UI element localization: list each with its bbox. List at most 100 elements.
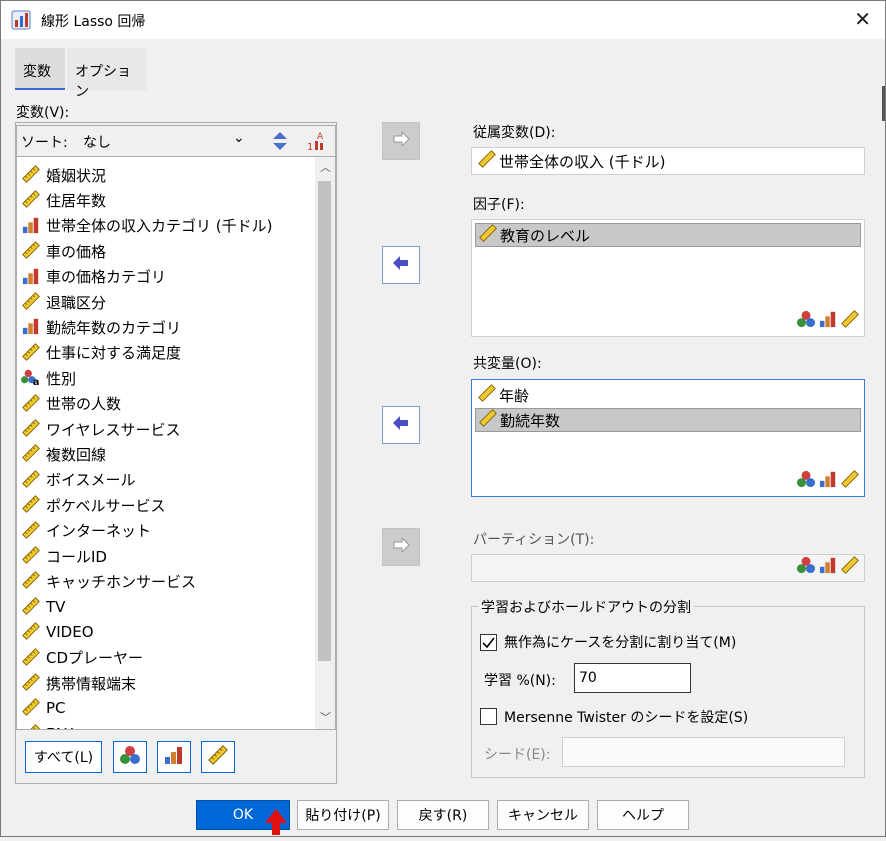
dependent-item[interactable]: 世帯全体の収入 (千ドル) — [475, 149, 861, 173]
variable-list[interactable]: 婚姻状況住居年数世帯全体の収入カテゴリ (千ドル) 車の価格車の価格カテゴリ退職区… — [16, 156, 336, 730]
covariate-item[interactable]: 勤続年数 — [475, 408, 861, 432]
train-pct-input[interactable]: 70 — [574, 663, 691, 693]
scroll-up-icon[interactable]: ︿ — [320, 159, 331, 175]
variable-list-item[interactable]: PC — [21, 696, 66, 720]
variable-list-item[interactable]: ボイスメール — [21, 468, 136, 492]
scrollbar-thumb[interactable] — [318, 181, 331, 661]
select-all-button[interactable]: すべて(L) — [25, 741, 102, 773]
window-edge — [882, 86, 885, 121]
sort-order-icon[interactable] — [271, 130, 289, 156]
tab-options[interactable]: オプション — [67, 48, 147, 90]
mersenne-checkbox[interactable] — [480, 708, 497, 725]
variable-list-item[interactable]: 仕事に対する満足度 — [21, 341, 181, 365]
sort-select[interactable]: なし — [83, 132, 111, 152]
ordinal-icon — [21, 317, 43, 337]
arrow-right-icon — [392, 538, 410, 556]
select-all-label: すべて(L) — [34, 747, 93, 767]
ordinal-icon — [21, 216, 43, 236]
filter-scale-button[interactable] — [201, 741, 235, 773]
scale-icon — [840, 470, 860, 492]
covariate-item[interactable]: 年齢 — [475, 383, 861, 407]
variable-list-item[interactable]: キャッチホンサービス — [21, 569, 196, 593]
partition-field[interactable] — [471, 554, 865, 582]
variable-list-item[interactable]: 住居年数 — [21, 188, 106, 212]
seed-input[interactable] — [562, 737, 845, 767]
scale-icon — [840, 556, 860, 578]
close-icon[interactable]: ✕ — [854, 7, 871, 31]
window-title: 線形 Lasso 回帰 — [41, 11, 145, 31]
scale-icon — [21, 165, 43, 185]
random-assign-checkbox[interactable] — [480, 634, 497, 651]
vertical-scrollbar[interactable]: ︿ ﹀ — [315, 157, 335, 729]
scale-icon — [21, 673, 43, 693]
sort-alpha-icon[interactable]: A 1 — [305, 129, 329, 157]
scale-icon — [21, 394, 43, 414]
variable-list-item-label: 退職区分 — [46, 292, 106, 313]
filter-nominal-button[interactable] — [113, 741, 147, 773]
variable-list-item[interactable]: FAX — [21, 722, 74, 730]
allowed-types — [796, 556, 860, 578]
factors-list[interactable]: 教育のレベル — [471, 219, 865, 337]
covariates-list[interactable]: 年齢 勤続年数 — [471, 379, 865, 497]
variable-list-item-label: 住居年数 — [46, 190, 106, 211]
move-covariate-button[interactable] — [382, 406, 420, 444]
variable-list-item-label: コールID — [46, 546, 107, 567]
allowed-types — [796, 470, 860, 492]
variable-list-item-label: 車の価格 — [46, 241, 106, 262]
scale-icon — [477, 150, 499, 172]
scale-icon — [21, 292, 43, 312]
reset-button[interactable]: 戻す(R) — [397, 800, 489, 830]
help-button[interactable]: ヘルプ — [597, 800, 689, 830]
variable-list-item[interactable]: ポケベルサービス — [21, 493, 166, 517]
variable-list-item[interactable]: ワイヤレスサービス — [21, 417, 181, 441]
variable-list-item[interactable]: 退職区分 — [21, 290, 106, 314]
tab-variables[interactable]: 変数 — [15, 48, 65, 90]
variable-list-item-label: 勤続年数のカテゴリ — [46, 317, 181, 338]
dependent-field[interactable]: 世帯全体の収入 (千ドル) — [471, 147, 865, 175]
scale-icon — [840, 310, 860, 332]
variable-list-item[interactable]: 婚姻状況 — [21, 163, 106, 187]
scale-icon — [21, 546, 43, 566]
scale-icon — [477, 384, 499, 406]
scale-icon — [21, 470, 43, 490]
nominal-icon — [796, 310, 816, 332]
ordinal-icon — [21, 267, 43, 287]
variable-list-item[interactable]: 車の価格 — [21, 239, 106, 263]
variable-list-item[interactable]: 世帯の人数 — [21, 392, 121, 416]
variable-list-item[interactable]: 世帯全体の収入カテゴリ (千ドル) — [21, 214, 272, 238]
variable-list-item-label: CDプレーヤー — [46, 647, 143, 668]
variable-list-item[interactable]: VIDEO — [21, 620, 94, 644]
covariate-item-label: 勤続年数 — [500, 410, 560, 431]
dependent-label: 従属変数(D): — [473, 122, 555, 142]
dialog-window: 線形 Lasso 回帰 ✕ 変数 オプション 変数(V): ソート: なし ⌄ … — [0, 0, 886, 837]
chevron-down-icon[interactable]: ⌄ — [233, 130, 245, 146]
cancel-button[interactable]: キャンセル — [497, 800, 589, 830]
arrow-left-icon — [392, 416, 410, 434]
covariates-label: 共変量(O): — [473, 353, 542, 373]
variable-list-item[interactable]: TV — [21, 595, 65, 619]
nominal-icon — [796, 470, 816, 492]
move-dependent-button[interactable] — [382, 122, 420, 160]
sort-bar: ソート: なし ⌄ A 1 — [16, 125, 336, 157]
variable-list-item[interactable]: a性別 — [21, 366, 76, 390]
filter-ordinal-button[interactable] — [157, 741, 191, 773]
variable-list-item[interactable]: 勤続年数のカテゴリ — [21, 315, 181, 339]
variables-label: 変数(V): — [16, 102, 69, 122]
move-factor-button[interactable] — [382, 246, 420, 284]
paste-button[interactable]: 貼り付け(P) — [297, 800, 389, 830]
move-partition-button[interactable] — [382, 528, 420, 566]
scroll-down-icon[interactable]: ﹀ — [320, 709, 331, 725]
variable-list-item[interactable]: 複数回線 — [21, 442, 106, 466]
scale-icon — [21, 521, 43, 541]
variable-list-item[interactable]: 車の価格カテゴリ — [21, 265, 166, 289]
variable-list-item[interactable]: コールID — [21, 544, 107, 568]
variable-list-item-label: 世帯の人数 — [46, 393, 121, 414]
variable-list-item[interactable]: CDプレーヤー — [21, 646, 143, 670]
variable-list-item[interactable]: インターネット — [21, 519, 151, 543]
app-icon — [11, 10, 31, 30]
variable-list-item-label: キャッチホンサービス — [46, 571, 196, 592]
variable-list-item[interactable]: 携帯情報端末 — [21, 671, 136, 695]
scale-icon — [21, 419, 43, 439]
factor-item[interactable]: 教育のレベル — [475, 223, 861, 247]
allowed-types — [796, 310, 860, 332]
